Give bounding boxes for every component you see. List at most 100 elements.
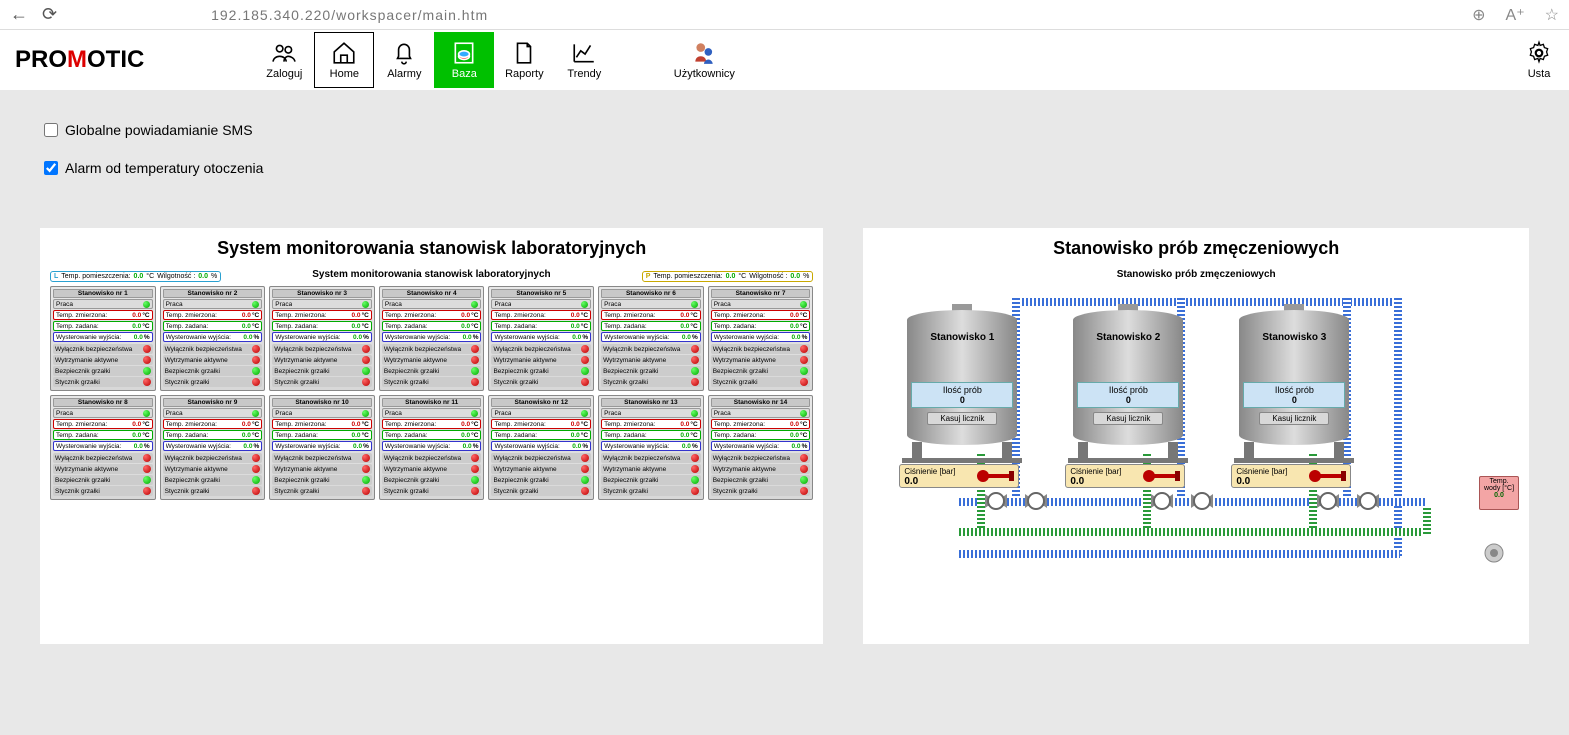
reset-counter-button[interactable]: Kasuj licznik [1093,412,1163,425]
valve-icon[interactable] [1191,490,1213,512]
refresh-icon[interactable]: ⟳ [42,4,57,25]
status-row: Wyłącznik bezpieczeństwa [382,344,482,354]
people-icon [691,40,717,66]
station-title: Stanowisko nr 9 [163,398,263,407]
row-wyster: Wysterowanie wyjścia:0.0% [272,441,372,451]
row-temp-zad: Temp. zadana:0.0°C [382,321,482,331]
row-temp-zm: Temp. zmierzona:0.0°C [711,310,811,320]
fatigue-panel-title: Stanowisko prób zmęczeniowych [867,232,1525,269]
sms-checkbox[interactable] [44,123,58,137]
baza-button[interactable]: Baza [434,32,494,88]
row-wyster: Wysterowanie wyjścia:0.0% [711,332,811,342]
trendy-button[interactable]: Trendy [554,32,614,88]
row-temp-zad: Temp. zadana:0.0°C [163,430,263,440]
row-wyster: Wysterowanie wyjścia:0.0% [382,441,482,451]
pressure-gauge: Ciśnienie [bar]0.0 [1231,464,1351,488]
tank-name: Stanowisko 1 [897,332,1027,343]
row-wyster: Wysterowanie wyjścia:0.0% [601,441,701,451]
bell-icon [391,40,417,66]
valve-icon[interactable] [1357,490,1379,512]
status-row: Bezpiecznik grzałki [491,366,591,376]
sms-label: Globalne powiadamianie SMS [65,122,253,138]
status-row: Wytrzymanie aktywne [491,464,591,474]
station-card[interactable]: Stanowisko nr 1 Praca Temp. zmierzona:0.… [50,286,156,391]
status-row: Bezpiecznik grzałki [272,366,372,376]
alarm-checkbox[interactable] [44,161,58,175]
station-card[interactable]: Stanowisko nr 11 Praca Temp. zmierzona:0… [379,395,485,500]
row-praca: Praca [163,299,263,309]
station-card[interactable]: Stanowisko nr 6 Praca Temp. zmierzona:0.… [598,286,704,391]
reset-counter-button[interactable]: Kasuj licznik [927,412,997,425]
status-row: Stycznik grzałki [601,486,701,496]
row-temp-zad: Temp. zadana:0.0°C [53,430,153,440]
row-temp-zm: Temp. zmierzona:0.0°C [711,419,811,429]
status-row: Wytrzymanie aktywne [382,464,482,474]
pump-icon [1483,542,1505,567]
row-praca: Praca [601,408,701,418]
tank-prob-box: Ilość prób0 [1243,382,1345,408]
reset-counter-button[interactable]: Kasuj licznik [1259,412,1329,425]
station-card[interactable]: Stanowisko nr 10 Praca Temp. zmierzona:0… [269,395,375,500]
status-row: Wytrzymanie aktywne [711,464,811,474]
row-temp-zm: Temp. zmierzona:0.0°C [53,310,153,320]
row-wyster: Wysterowanie wyjścia:0.0% [163,332,263,342]
station-card[interactable]: Stanowisko nr 13 Praca Temp. zmierzona:0… [598,395,704,500]
row-temp-zad: Temp. zadana:0.0°C [711,321,811,331]
status-row: Wytrzymanie aktywne [272,464,372,474]
tank-name: Stanowisko 3 [1229,332,1359,343]
read-aloud-icon[interactable]: A⁺ [1506,5,1525,25]
status-row: Wyłącznik bezpieczeństwa [382,453,482,463]
station-card[interactable]: Stanowisko nr 8 Praca Temp. zmierzona:0.… [50,395,156,500]
status-row: Wyłącznik bezpieczeństwa [53,344,153,354]
status-row: Stycznik grzałki [601,377,701,387]
station-card[interactable]: Stanowisko nr 14 Praca Temp. zmierzona:0… [708,395,814,500]
station-title: Stanowisko nr 4 [382,289,482,298]
row-praca: Praca [382,299,482,309]
zaloguj-button[interactable]: Zaloguj [254,32,314,88]
home-icon [331,40,357,66]
status-row: Wyłącznik bezpieczeństwa [491,344,591,354]
station-card[interactable]: Stanowisko nr 4 Praca Temp. zmierzona:0.… [379,286,485,391]
status-row: Wyłącznik bezpieczeństwa [53,453,153,463]
status-row: Wytrzymanie aktywne [382,355,482,365]
zoom-icon[interactable]: ⊕ [1472,5,1485,25]
alarmy-button[interactable]: Alarmy [374,32,434,88]
status-row: Wyłącznik bezpieczeństwa [163,453,263,463]
env-left-box: L Temp. pomieszczenia:0.0°C Wilgotność :… [50,271,221,282]
valve-icon[interactable] [1025,490,1047,512]
row-wyster: Wysterowanie wyjścia:0.0% [53,332,153,342]
station-card[interactable]: Stanowisko nr 3 Praca Temp. zmierzona:0.… [269,286,375,391]
station-card[interactable]: Stanowisko nr 12 Praca Temp. zmierzona:0… [488,395,594,500]
valve-icon[interactable] [985,490,1007,512]
env-right-box: P Temp. pomieszczenia:0.0°C Wilgotność :… [642,271,814,282]
row-praca: Praca [53,299,153,309]
row-temp-zad: Temp. zadana:0.0°C [272,321,372,331]
row-temp-zm: Temp. zmierzona:0.0°C [53,419,153,429]
station-card[interactable]: Stanowisko nr 7 Praca Temp. zmierzona:0.… [708,286,814,391]
favorite-icon[interactable]: ☆ [1545,5,1559,25]
station-card[interactable]: Stanowisko nr 5 Praca Temp. zmierzona:0.… [488,286,594,391]
usta-button[interactable]: Usta [1509,32,1569,88]
status-row: Bezpiecznik grzałki [711,366,811,376]
back-icon[interactable]: ← [10,4,28,25]
status-row: Bezpiecznik grzałki [163,475,263,485]
station-card[interactable]: Stanowisko nr 2 Praca Temp. zmierzona:0.… [160,286,266,391]
station-title: Stanowisko nr 1 [53,289,153,298]
row-temp-zm: Temp. zmierzona:0.0°C [163,310,263,320]
station-title: Stanowisko nr 14 [711,398,811,407]
browser-bar: ← ⟳ 192.185.340.220/workspacer/main.htm … [0,0,1569,30]
home-button[interactable]: Home [314,32,374,88]
station-card[interactable]: Stanowisko nr 9 Praca Temp. zmierzona:0.… [160,395,266,500]
raporty-button[interactable]: Raporty [494,32,554,88]
valve-icon[interactable] [1151,490,1173,512]
valve-icon[interactable] [1317,490,1339,512]
uzytkownicy-button[interactable]: Użytkownicy [674,32,734,88]
logo: PROMOTIC [15,46,144,74]
gear-icon [1526,40,1552,66]
status-row: Wyłącznik bezpieczeństwa [601,453,701,463]
row-wyster: Wysterowanie wyjścia:0.0% [272,332,372,342]
station-title: Stanowisko nr 3 [272,289,372,298]
row-praca: Praca [601,299,701,309]
row-praca: Praca [491,408,591,418]
gauge-icon [975,468,1015,484]
